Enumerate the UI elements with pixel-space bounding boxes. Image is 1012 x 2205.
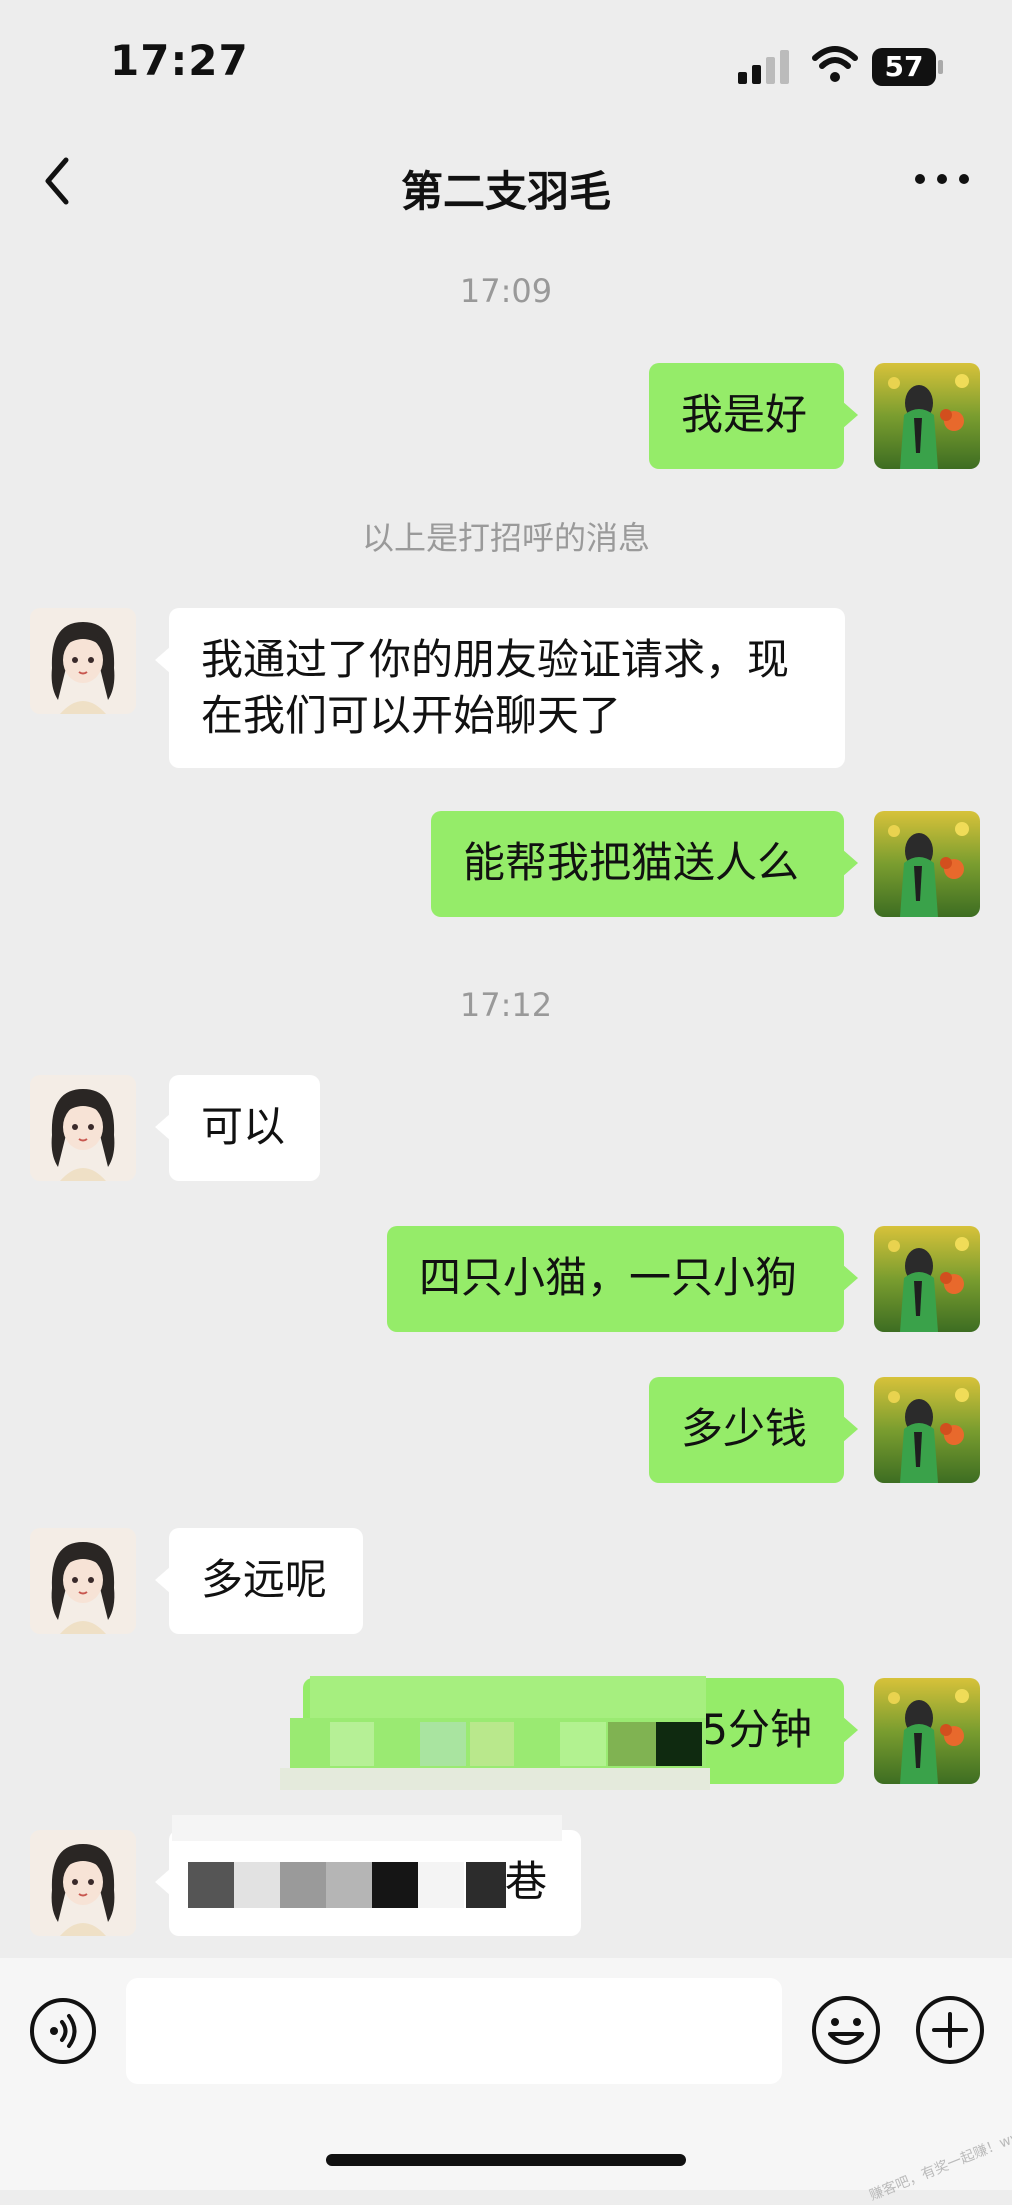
message-text: 可以: [201, 1102, 286, 1151]
contact-avatar[interactable]: [30, 1830, 136, 1936]
nav-bar: 第二支羽毛: [0, 120, 1012, 240]
my-avatar[interactable]: [874, 1226, 980, 1332]
message-text-line: 我通过了你的朋友验证请求，现: [201, 635, 790, 684]
contact-avatar[interactable]: [30, 1075, 136, 1181]
voice-icon[interactable]: [28, 1996, 98, 2066]
status-time: 17:27: [110, 36, 249, 85]
contact-avatar[interactable]: [30, 608, 136, 714]
my-avatar[interactable]: [874, 1678, 980, 1784]
message-bubble-received[interactable]: 我通过了你的朋友验证请求，现 在我们可以开始聊天了: [155, 608, 845, 768]
my-avatar[interactable]: [874, 363, 980, 469]
message-text: 5分钟: [701, 1705, 812, 1754]
chat-title: 第二支羽毛: [400, 167, 611, 216]
message-bubble-sent[interactable]: 我是好: [649, 363, 858, 469]
message-bubble-sent[interactable]: 多少钱: [649, 1377, 858, 1483]
message-text: 我是好: [681, 390, 808, 439]
my-avatar[interactable]: [874, 1377, 980, 1483]
home-indicator: [326, 2154, 686, 2166]
system-greeting-note: 以上是打招呼的消息: [361, 519, 650, 557]
message-bubble-sent[interactable]: 能帮我把猫送人么: [431, 811, 858, 917]
message-bubble-received[interactable]: 可以: [155, 1075, 320, 1181]
timestamp: 17:12: [459, 986, 553, 1024]
battery-indicator: 57: [872, 48, 936, 86]
my-avatar[interactable]: [874, 811, 980, 917]
wifi-icon: [812, 46, 858, 82]
message-text: 多少钱: [681, 1404, 808, 1453]
battery-tip: [938, 60, 943, 74]
contact-avatar[interactable]: [30, 1528, 136, 1634]
message-text: 巷: [504, 1857, 547, 1906]
message-input[interactable]: [126, 1978, 782, 2084]
message-text: 多远呢: [201, 1555, 328, 1604]
timestamp: 17:09: [459, 272, 553, 310]
message-bubble-received[interactable]: 多远呢: [155, 1528, 363, 1634]
emoji-icon[interactable]: [810, 1994, 882, 2066]
signal-icon: [738, 50, 792, 84]
ellipsis-icon[interactable]: [912, 164, 972, 194]
message-bubble-sent[interactable]: 四只小猫，一只小狗: [387, 1226, 858, 1332]
message-text: 四只小猫，一只小狗: [419, 1253, 798, 1302]
input-bar: [0, 1958, 1012, 2190]
status-bar: 17:27 57: [0, 0, 1012, 120]
message-text: 能帮我把猫送人么: [463, 838, 800, 887]
message-text-line: 在我们可以开始聊天了: [201, 691, 622, 740]
plus-icon[interactable]: [914, 1994, 986, 2066]
